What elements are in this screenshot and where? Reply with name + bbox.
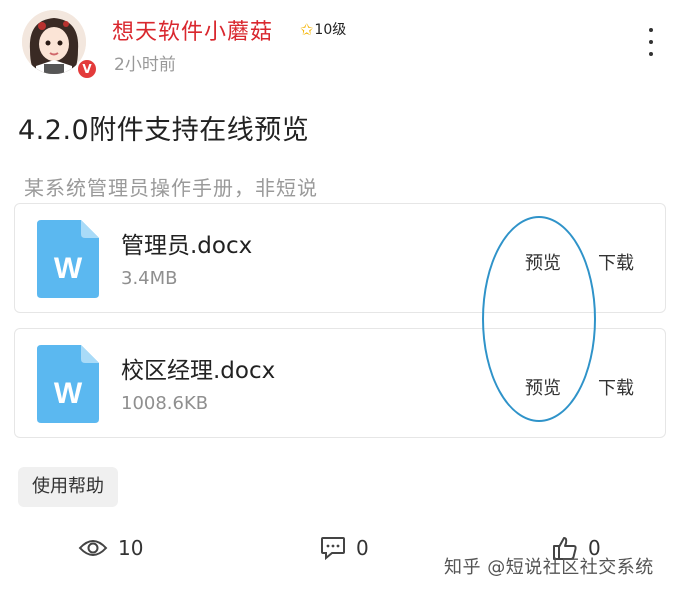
comment-icon [321,537,345,560]
post-description: 某系统管理员操作手册，非短说 [24,176,318,200]
attachment-card: W 校区经理.docx 1008.6KB 预览 下载 [14,328,666,438]
watermark: 知乎 @短说社区社交系统 [444,557,654,578]
download-button[interactable]: 下载 [598,374,634,400]
svg-text:W: W [54,377,83,410]
post-card: V 想天软件小蘑菇 ✩ 10级 2小时前 4.2.0附件支持在线预览 某系统管理… [0,0,691,592]
word-doc-icon: W [37,345,99,423]
more-dot-icon [649,52,653,56]
more-dot-icon [649,40,653,44]
attachment-name[interactable]: 校区经理.docx [121,351,275,385]
views-stat: 10 [78,533,143,563]
more-dot-icon [649,28,653,32]
post-title: 4.2.0附件支持在线预览 [18,115,310,146]
download-button[interactable]: 下载 [598,249,634,275]
user-level-text: 10级 [314,22,347,38]
comments-count: 0 [356,536,369,560]
svg-text:W: W [54,252,83,285]
word-doc-icon: W [37,220,99,298]
attachment-name[interactable]: 管理员.docx [121,226,252,260]
attachment-size: 3.4MB [121,268,178,289]
topic-tag[interactable]: 使用帮助 [18,467,118,507]
avatar[interactable]: V [18,8,98,80]
eye-icon [78,540,108,556]
more-options-button[interactable] [640,28,662,56]
user-level-badge: ✩ 10级 [300,18,346,40]
post-time: 2小时前 [114,55,176,75]
preview-button[interactable]: 预览 [525,374,561,400]
verified-badge: V [76,58,98,80]
attachment-size: 1008.6KB [121,393,209,414]
username[interactable]: 想天软件小蘑菇 [112,14,273,46]
attachment-card: W 管理员.docx 3.4MB 预览 下载 [14,203,666,313]
star-icon: ✩ [300,19,314,39]
preview-button[interactable]: 预览 [525,249,561,275]
comments-button[interactable]: 0 [320,533,369,563]
views-count: 10 [118,536,144,560]
